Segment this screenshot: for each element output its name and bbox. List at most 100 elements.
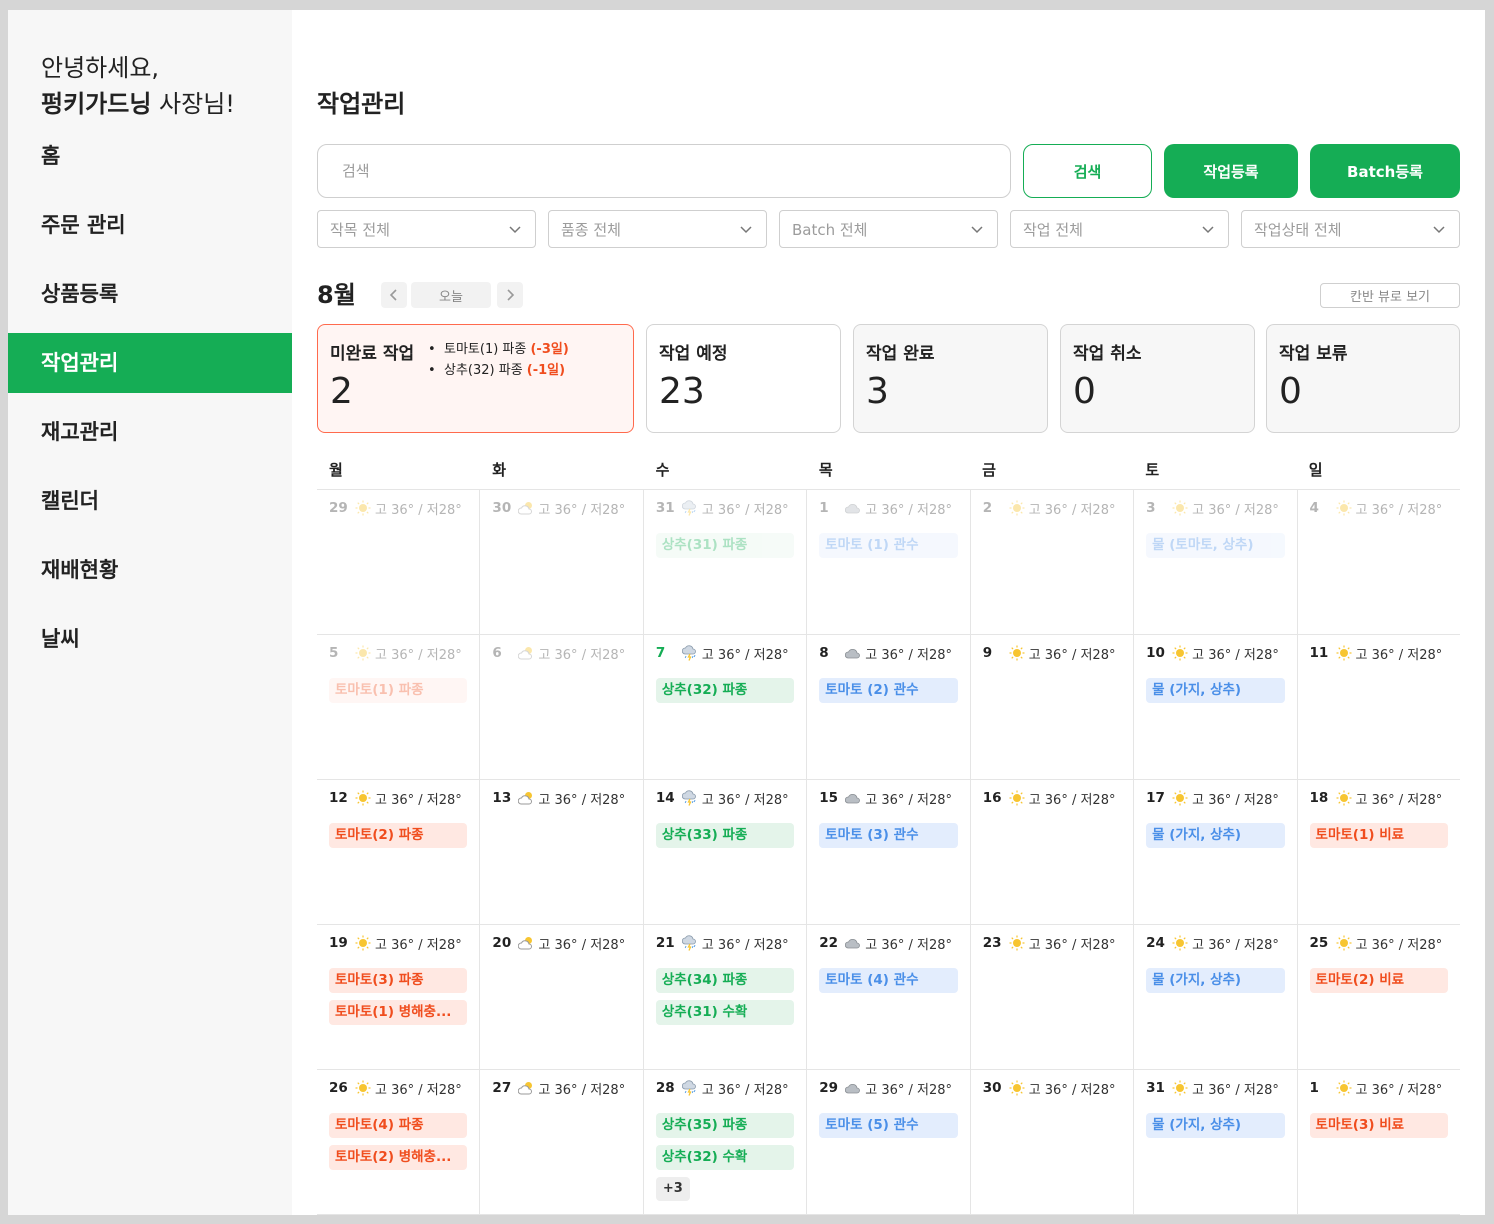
task-chip[interactable]: 상추(32) 수확 xyxy=(655,1145,795,1170)
incomplete-card[interactable]: 미완료 작업 2 토마토(1) 파종 (-3일) 상추(32) 파종 (-1일) xyxy=(317,324,634,433)
calendar-day[interactable]: 1 고 36° / 저28° 토마토(3) 비료 xyxy=(1298,1070,1460,1214)
calendar-day[interactable]: 7 고 36° / 저28° 상추(32) 파종 xyxy=(644,635,808,779)
day-number: 15 xyxy=(819,790,839,806)
task-chip[interactable]: 토마토(3) 파종 xyxy=(329,968,468,993)
done-card[interactable]: 작업 완료 3 xyxy=(853,324,1048,433)
task-chip[interactable]: 토마토 (5) 관수 xyxy=(819,1113,958,1138)
calendar-day[interactable]: 22 고 36° / 저28° 토마토 (4) 관수 xyxy=(807,925,971,1069)
filter-value: 품종 전체 xyxy=(561,220,621,239)
search-button[interactable]: 검색 xyxy=(1023,144,1152,198)
search-input[interactable] xyxy=(317,144,1011,198)
sidebar-item-4[interactable]: 재고관리 xyxy=(8,402,292,462)
calendar-day[interactable]: 15 고 36° / 저28° 토마토 (3) 관수 xyxy=(807,780,971,924)
calendar-day[interactable]: 1 고 36° / 저28° 토마토 (1) 관수 xyxy=(807,490,971,634)
sidebar-item-3[interactable]: 작업관리 xyxy=(8,333,292,393)
calendar-day[interactable]: 25 고 36° / 저28° 토마토(2) 비료 xyxy=(1298,925,1460,1069)
hold-card[interactable]: 작업 보류 0 xyxy=(1266,324,1460,433)
task-chip[interactable]: 상추(31) 수확 xyxy=(655,1000,795,1025)
task-chip[interactable]: 토마토(3) 비료 xyxy=(1309,1113,1448,1138)
calendar-day[interactable]: 6 고 36° / 저28° xyxy=(480,635,644,779)
task-chip[interactable]: 물 (가지, 상추) xyxy=(1146,678,1285,703)
day-header: 29 고 36° / 저28° xyxy=(329,498,467,518)
filter-select-2[interactable]: Batch 전체 xyxy=(779,210,998,248)
task-chip[interactable]: 토마토 (3) 관수 xyxy=(819,823,958,848)
calendar-day[interactable]: 8 고 36° / 저28° 토마토 (2) 관수 xyxy=(807,635,971,779)
calendar-day[interactable]: 16 고 36° / 저28° xyxy=(971,780,1135,924)
more-tasks-button[interactable]: +3 xyxy=(655,1177,690,1201)
task-list: 물 (가지, 상추) xyxy=(1146,968,1285,993)
calendar-day[interactable]: 30 고 36° / 저28° xyxy=(971,1070,1135,1214)
task-chip[interactable]: 물 (가지, 상추) xyxy=(1146,823,1285,848)
calendar-day[interactable]: 26 고 36° / 저28° 토마토(4) 파종 토마토(2) 병해충... xyxy=(317,1070,481,1214)
filter-select-1[interactable]: 품종 전체 xyxy=(548,210,767,248)
today-button[interactable]: 오늘 xyxy=(411,282,491,308)
calendar-day[interactable]: 30 고 36° / 저28° xyxy=(480,490,644,634)
sidebar-item-1[interactable]: 주문 관리 xyxy=(8,195,292,255)
task-chip[interactable]: 토마토 (1) 관수 xyxy=(819,533,958,558)
calendar-day[interactable]: 18 고 36° / 저28° 토마토(1) 비료 xyxy=(1298,780,1460,924)
prev-month-button[interactable] xyxy=(381,282,407,308)
filter-select-3[interactable]: 작업 전체 xyxy=(1010,210,1229,248)
cloud-icon xyxy=(845,938,861,949)
day-header: 23 고 36° / 저28° xyxy=(983,933,1121,953)
filter-select-4[interactable]: 작업상태 전체 xyxy=(1241,210,1460,248)
calendar-day[interactable]: 17 고 36° / 저28° 물 (가지, 상추) xyxy=(1134,780,1298,924)
calendar-day[interactable]: 11 고 36° / 저28° xyxy=(1298,635,1460,779)
temperature: 고 36° / 저28° xyxy=(865,792,953,808)
scheduled-card[interactable]: 작업 예정 23 xyxy=(646,324,841,433)
temperature: 고 36° / 저28° xyxy=(1355,1082,1443,1098)
sidebar-item-6[interactable]: 재배현황 xyxy=(8,540,292,600)
calendar-day[interactable]: 31 고 36° / 저28° 상추(31) 파종 xyxy=(644,490,808,634)
calendar-day[interactable]: 23 고 36° / 저28° xyxy=(971,925,1135,1069)
sun-icon xyxy=(1172,500,1188,516)
sidebar-item-7[interactable]: 날씨 xyxy=(8,609,292,669)
calendar-day[interactable]: 21 고 36° / 저28° 상추(34) 파종 상추(31) 수확 xyxy=(644,925,808,1069)
task-chip[interactable]: 상추(33) 파종 xyxy=(655,823,795,848)
task-chip[interactable]: 물 (토마토, 상추) xyxy=(1146,533,1285,558)
task-chip[interactable]: 토마토(1) 비료 xyxy=(1309,823,1448,848)
calendar-day[interactable]: 14 고 36° / 저28° 상추(33) 파종 xyxy=(644,780,808,924)
calendar-day[interactable]: 29 고 36° / 저28° 토마토 (5) 관수 xyxy=(807,1070,971,1214)
task-chip[interactable]: 물 (가지, 상추) xyxy=(1146,968,1285,993)
calendar-day[interactable]: 27 고 36° / 저28° xyxy=(480,1070,644,1214)
filter-select-0[interactable]: 작목 전체 xyxy=(317,210,536,248)
task-chip[interactable]: 상추(34) 파종 xyxy=(655,968,795,993)
task-chip[interactable]: 토마토 (4) 관수 xyxy=(819,968,958,993)
calendar-day[interactable]: 31 고 36° / 저28° 물 (가지, 상추) xyxy=(1134,1070,1298,1214)
task-chip[interactable]: 토마토(4) 파종 xyxy=(329,1113,468,1138)
register-task-button[interactable]: 작업등록 xyxy=(1164,144,1298,198)
sidebar: 안녕하세요, 펑키가드닝 사장님! 홈 주문 관리 상품등록 작업관리 재고관리 캘린더 재… xyxy=(8,10,292,1215)
calendar-day[interactable]: 29 고 36° / 저28° xyxy=(317,490,481,634)
calendar-day[interactable]: 24 고 36° / 저28° 물 (가지, 상추) xyxy=(1134,925,1298,1069)
task-chip[interactable]: 토마토(1) 파종 xyxy=(329,678,468,703)
task-chip[interactable]: 토마토(2) 비료 xyxy=(1309,968,1448,993)
task-chip[interactable]: 상추(32) 파종 xyxy=(655,678,795,703)
calendar-day[interactable]: 9 고 36° / 저28° xyxy=(971,635,1135,779)
task-chip[interactable]: 토마토 (2) 관수 xyxy=(819,678,958,703)
sidebar-item-5[interactable]: 캘린더 xyxy=(8,471,292,531)
task-chip[interactable]: 토마토(1) 병해충... xyxy=(329,1000,468,1025)
calendar-day[interactable]: 12 고 36° / 저28° 토마토(2) 파종 xyxy=(317,780,481,924)
task-chip[interactable]: 상추(31) 파종 xyxy=(655,533,795,558)
sidebar-item-0[interactable]: 홈 xyxy=(8,126,292,186)
calendar-day[interactable]: 28 고 36° / 저28° 상추(35) 파종 상추(32) 수확 +3 xyxy=(644,1070,808,1214)
batch-register-button[interactable]: Batch등록 xyxy=(1310,144,1460,198)
calendar-day[interactable]: 19 고 36° / 저28° 토마토(3) 파종 토마토(1) 병해충... xyxy=(317,925,481,1069)
calendar-day[interactable]: 20 고 36° / 저28° xyxy=(480,925,644,1069)
calendar-day[interactable]: 5 고 36° / 저28° 토마토(1) 파종 xyxy=(317,635,481,779)
task-chip[interactable]: 물 (가지, 상추) xyxy=(1146,1113,1285,1138)
kanban-view-button[interactable]: 칸반 뷰로 보기 xyxy=(1320,283,1460,308)
calendar-day[interactable]: 4 고 36° / 저28° xyxy=(1298,490,1460,634)
task-chip[interactable]: 상추(35) 파종 xyxy=(655,1113,795,1138)
calendar-day[interactable]: 13 고 36° / 저28° xyxy=(480,780,644,924)
calendar-day[interactable]: 2 고 36° / 저28° xyxy=(971,490,1135,634)
day-header: 22 고 36° / 저28° xyxy=(819,933,957,953)
task-chip[interactable]: 토마토(2) 병해충... xyxy=(329,1145,468,1170)
calendar-day[interactable]: 3 고 36° / 저28° 물 (토마토, 상추) xyxy=(1134,490,1298,634)
partly-cloudy-icon xyxy=(518,647,533,660)
task-chip[interactable]: 토마토(2) 파종 xyxy=(329,823,468,848)
cancelled-card[interactable]: 작업 취소 0 xyxy=(1060,324,1255,433)
next-month-button[interactable] xyxy=(497,282,523,308)
calendar-day[interactable]: 10 고 36° / 저28° 물 (가지, 상추) xyxy=(1134,635,1298,779)
sidebar-item-2[interactable]: 상품등록 xyxy=(8,264,292,324)
